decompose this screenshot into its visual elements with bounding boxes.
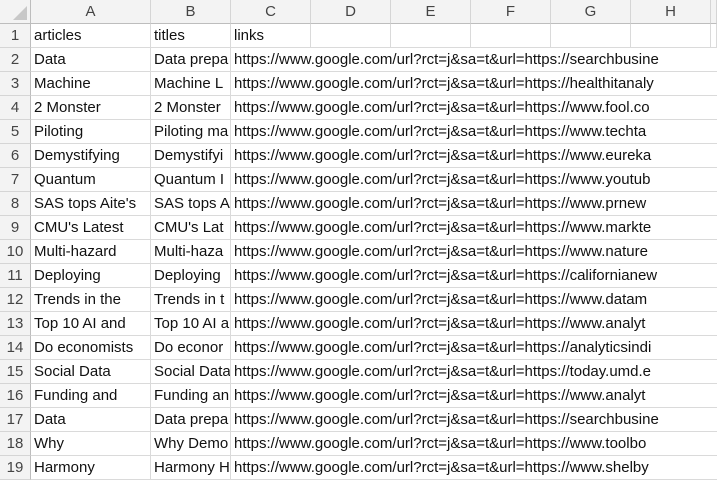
title-cell[interactable]: Multi-haza bbox=[151, 240, 231, 264]
title-cell[interactable]: Do econor bbox=[151, 336, 231, 360]
empty-cell[interactable] bbox=[551, 24, 631, 48]
article-cell[interactable]: Deploying bbox=[31, 264, 151, 288]
link-cell[interactable]: https://www.google.com/url?rct=j&sa=t&ur… bbox=[231, 264, 717, 288]
link-cell[interactable]: https://www.google.com/url?rct=j&sa=t&ur… bbox=[231, 96, 717, 120]
title-cell[interactable]: Piloting ma bbox=[151, 120, 231, 144]
article-cell[interactable]: Quantum bbox=[31, 168, 151, 192]
link-cell[interactable]: https://www.google.com/url?rct=j&sa=t&ur… bbox=[231, 432, 717, 456]
article-cell[interactable]: SAS tops Aite's bbox=[31, 192, 151, 216]
article-cell[interactable]: Why bbox=[31, 432, 151, 456]
row-header[interactable]: 13 bbox=[0, 312, 31, 336]
column-header-c[interactable]: C bbox=[231, 0, 311, 24]
row-header[interactable]: 14 bbox=[0, 336, 31, 360]
article-cell[interactable]: Harmony bbox=[31, 456, 151, 480]
link-cell[interactable]: https://www.google.com/url?rct=j&sa=t&ur… bbox=[231, 288, 717, 312]
article-cell[interactable]: Trends in the bbox=[31, 288, 151, 312]
link-cell[interactable]: https://www.google.com/url?rct=j&sa=t&ur… bbox=[231, 240, 717, 264]
article-cell[interactable]: 2 Monster bbox=[31, 96, 151, 120]
link-cell[interactable]: https://www.google.com/url?rct=j&sa=t&ur… bbox=[231, 192, 717, 216]
column-header-h[interactable]: H bbox=[631, 0, 711, 24]
empty-cell[interactable] bbox=[391, 24, 471, 48]
link-cell[interactable]: https://www.google.com/url?rct=j&sa=t&ur… bbox=[231, 408, 717, 432]
row-header[interactable]: 17 bbox=[0, 408, 31, 432]
article-cell[interactable]: Piloting bbox=[31, 120, 151, 144]
article-cell[interactable]: Multi-hazard bbox=[31, 240, 151, 264]
link-cell[interactable]: https://www.google.com/url?rct=j&sa=t&ur… bbox=[231, 456, 717, 480]
link-cell[interactable]: https://www.google.com/url?rct=j&sa=t&ur… bbox=[231, 384, 717, 408]
link-cell[interactable]: https://www.google.com/url?rct=j&sa=t&ur… bbox=[231, 312, 717, 336]
column-header-partial[interactable] bbox=[711, 0, 717, 24]
title-cell[interactable]: Funding an bbox=[151, 384, 231, 408]
row-header[interactable]: 10 bbox=[0, 240, 31, 264]
column-header-g[interactable]: G bbox=[551, 0, 631, 24]
empty-cell[interactable] bbox=[711, 24, 717, 48]
row-header[interactable]: 19 bbox=[0, 456, 31, 480]
row-header[interactable]: 5 bbox=[0, 120, 31, 144]
row-header[interactable]: 11 bbox=[0, 264, 31, 288]
title-cell[interactable]: Top 10 AI a bbox=[151, 312, 231, 336]
spreadsheet-grid: A B C D E F G H 1 articles titles links 2 Data Data pr… bbox=[0, 0, 717, 483]
cell-c1[interactable]: links bbox=[231, 24, 311, 48]
title-cell[interactable]: 2 Monster bbox=[151, 96, 231, 120]
article-cell[interactable]: Machine bbox=[31, 72, 151, 96]
title-cell[interactable]: Why Demo bbox=[151, 432, 231, 456]
title-cell[interactable]: Social Data bbox=[151, 360, 231, 384]
article-cell[interactable]: Funding and bbox=[31, 384, 151, 408]
article-cell[interactable]: Data bbox=[31, 408, 151, 432]
row-header[interactable]: 12 bbox=[0, 288, 31, 312]
article-cell[interactable]: Data bbox=[31, 48, 151, 72]
cell-a1[interactable]: articles bbox=[31, 24, 151, 48]
link-cell[interactable]: https://www.google.com/url?rct=j&sa=t&ur… bbox=[231, 72, 717, 96]
column-header-e[interactable]: E bbox=[391, 0, 471, 24]
row-header[interactable]: 16 bbox=[0, 384, 31, 408]
empty-cell[interactable] bbox=[631, 24, 711, 48]
title-cell[interactable]: Machine L bbox=[151, 72, 231, 96]
column-header-f[interactable]: F bbox=[471, 0, 551, 24]
row-header[interactable]: 6 bbox=[0, 144, 31, 168]
row-header[interactable]: 9 bbox=[0, 216, 31, 240]
empty-cell[interactable] bbox=[471, 24, 551, 48]
link-cell[interactable]: https://www.google.com/url?rct=j&sa=t&ur… bbox=[231, 120, 717, 144]
column-header-b[interactable]: B bbox=[151, 0, 231, 24]
row-header[interactable]: 4 bbox=[0, 96, 31, 120]
link-cell[interactable]: https://www.google.com/url?rct=j&sa=t&ur… bbox=[231, 336, 717, 360]
row-header[interactable]: 18 bbox=[0, 432, 31, 456]
article-cell[interactable]: CMU's Latest bbox=[31, 216, 151, 240]
article-cell[interactable]: Social Data bbox=[31, 360, 151, 384]
title-cell[interactable]: Demystifyi bbox=[151, 144, 231, 168]
title-cell[interactable]: Harmony H bbox=[151, 456, 231, 480]
title-cell[interactable]: Trends in t bbox=[151, 288, 231, 312]
title-cell[interactable]: SAS tops A bbox=[151, 192, 231, 216]
title-cell[interactable]: Data prepa bbox=[151, 408, 231, 432]
link-cell[interactable]: https://www.google.com/url?rct=j&sa=t&ur… bbox=[231, 216, 717, 240]
row-header[interactable]: 8 bbox=[0, 192, 31, 216]
title-cell[interactable]: Data prepa bbox=[151, 48, 231, 72]
row-header[interactable]: 2 bbox=[0, 48, 31, 72]
link-cell[interactable]: https://www.google.com/url?rct=j&sa=t&ur… bbox=[231, 48, 717, 72]
column-header-a[interactable]: A bbox=[31, 0, 151, 24]
article-cell[interactable]: Do economists bbox=[31, 336, 151, 360]
link-cell[interactable]: https://www.google.com/url?rct=j&sa=t&ur… bbox=[231, 360, 717, 384]
row-header[interactable]: 7 bbox=[0, 168, 31, 192]
column-header-d[interactable]: D bbox=[311, 0, 391, 24]
row-header[interactable]: 15 bbox=[0, 360, 31, 384]
cell-b1[interactable]: titles bbox=[151, 24, 231, 48]
title-cell[interactable]: Deploying bbox=[151, 264, 231, 288]
title-cell[interactable]: CMU's Lat bbox=[151, 216, 231, 240]
row-header[interactable]: 1 bbox=[0, 24, 31, 48]
empty-cell[interactable] bbox=[311, 24, 391, 48]
title-cell[interactable]: Quantum I bbox=[151, 168, 231, 192]
row-header[interactable]: 3 bbox=[0, 72, 31, 96]
link-cell[interactable]: https://www.google.com/url?rct=j&sa=t&ur… bbox=[231, 168, 717, 192]
article-cell[interactable]: Demystifying bbox=[31, 144, 151, 168]
link-cell[interactable]: https://www.google.com/url?rct=j&sa=t&ur… bbox=[231, 144, 717, 168]
article-cell[interactable]: Top 10 AI and bbox=[31, 312, 151, 336]
select-all-button[interactable] bbox=[0, 0, 31, 24]
